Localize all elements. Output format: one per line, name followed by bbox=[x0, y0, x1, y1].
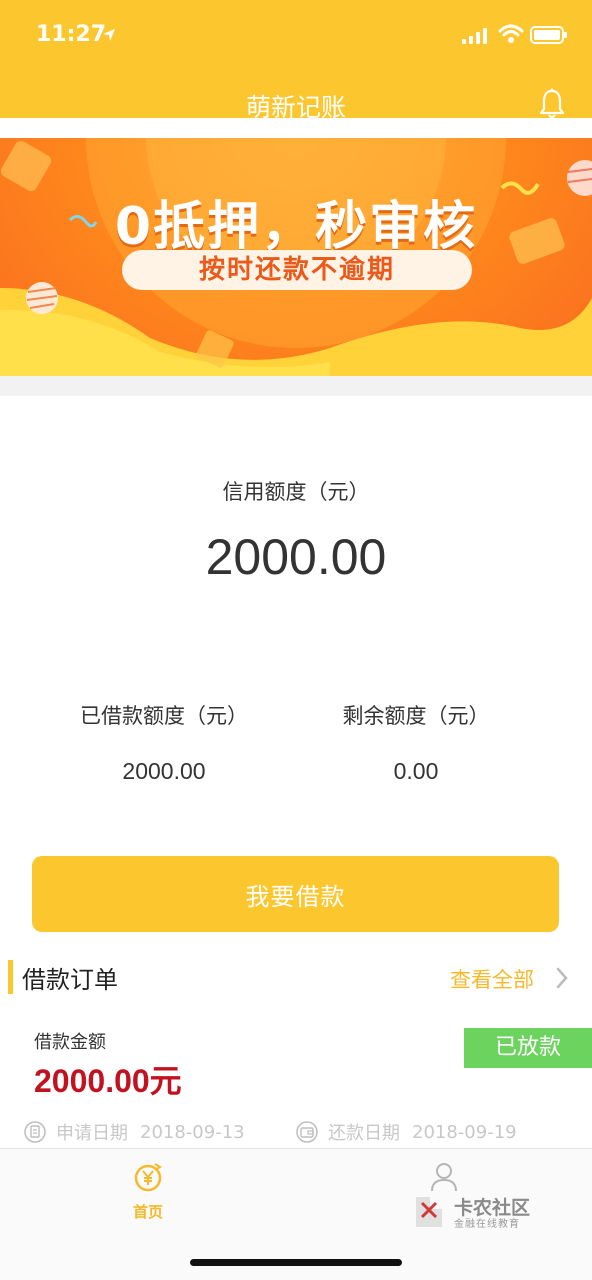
cellular-signal-icon bbox=[462, 28, 487, 44]
borrowed-limit: 已借款额度（元） 2000.00 bbox=[44, 700, 284, 785]
repay-date-value: 2018-09-19 bbox=[412, 1121, 517, 1143]
apply-date-row: 申请日期 2018-09-13 bbox=[24, 1119, 245, 1145]
document-icon bbox=[24, 1121, 46, 1143]
apply-date-value: 2018-09-13 bbox=[140, 1121, 245, 1143]
view-all-link[interactable]: 查看全部 bbox=[450, 964, 534, 994]
borrowed-limit-label: 已借款额度（元） bbox=[80, 704, 248, 728]
section-divider bbox=[0, 376, 592, 396]
status-time: 11:27 bbox=[36, 22, 107, 47]
credit-limit-label: 信用额度（元） bbox=[222, 480, 370, 504]
app-header: 11:27 萌新记账 bbox=[0, 0, 592, 122]
battery-icon bbox=[530, 26, 567, 44]
orders-accent-bar bbox=[8, 960, 13, 994]
orders-title: 借款订单 bbox=[22, 966, 118, 994]
bell-icon[interactable] bbox=[538, 88, 566, 120]
banner-headline: 0抵押，秒审核 bbox=[114, 197, 478, 257]
yen-home-icon bbox=[134, 1163, 162, 1192]
chevron-right-icon[interactable] bbox=[555, 967, 569, 989]
status-bar: 11:27 bbox=[0, 0, 592, 72]
page-title: 萌新记账 bbox=[245, 93, 346, 122]
watermark: 卡农社区 金融在线教育 bbox=[412, 1193, 552, 1233]
repay-date-row: 还款日期 2018-09-19 bbox=[296, 1119, 517, 1145]
apply-date-label: 申请日期 bbox=[56, 1123, 128, 1144]
remaining-limit: 剩余额度（元） 0.00 bbox=[296, 700, 536, 785]
watermark-subtitle: 金融在线教育 bbox=[454, 1219, 520, 1230]
order-amount: 2000.00元 bbox=[34, 1063, 182, 1099]
user-icon bbox=[431, 1163, 457, 1192]
remaining-limit-label: 剩余额度（元） bbox=[342, 704, 490, 728]
watermark-logo bbox=[416, 1197, 442, 1227]
banner-subline: 按时还款不逾期 bbox=[198, 255, 395, 285]
remaining-limit-value: 0.00 bbox=[393, 758, 439, 784]
location-arrow-icon bbox=[103, 29, 115, 41]
wifi-icon bbox=[498, 24, 524, 43]
order-amount-label: 借款金额 bbox=[34, 1032, 106, 1053]
tab-home-label: 首页 bbox=[132, 1203, 163, 1221]
repay-date-label: 还款日期 bbox=[328, 1123, 400, 1144]
borrowed-limit-value: 2000.00 bbox=[122, 758, 206, 784]
wallet-icon bbox=[296, 1121, 318, 1143]
banner-pill: 按时还款不逾期 bbox=[122, 250, 472, 290]
status-badge: 已放款 bbox=[464, 1028, 592, 1068]
tab-mine[interactable] bbox=[408, 1161, 480, 1197]
tab-home[interactable]: 首页 bbox=[112, 1161, 184, 1222]
credit-limit-amount: 2000.00 bbox=[205, 529, 387, 585]
borrow-button[interactable]: 我要借款 bbox=[32, 856, 559, 932]
home-indicator[interactable] bbox=[190, 1259, 402, 1266]
promo-banner[interactable]: 0抵押，秒审核 按时还款不逾期 bbox=[0, 138, 592, 376]
